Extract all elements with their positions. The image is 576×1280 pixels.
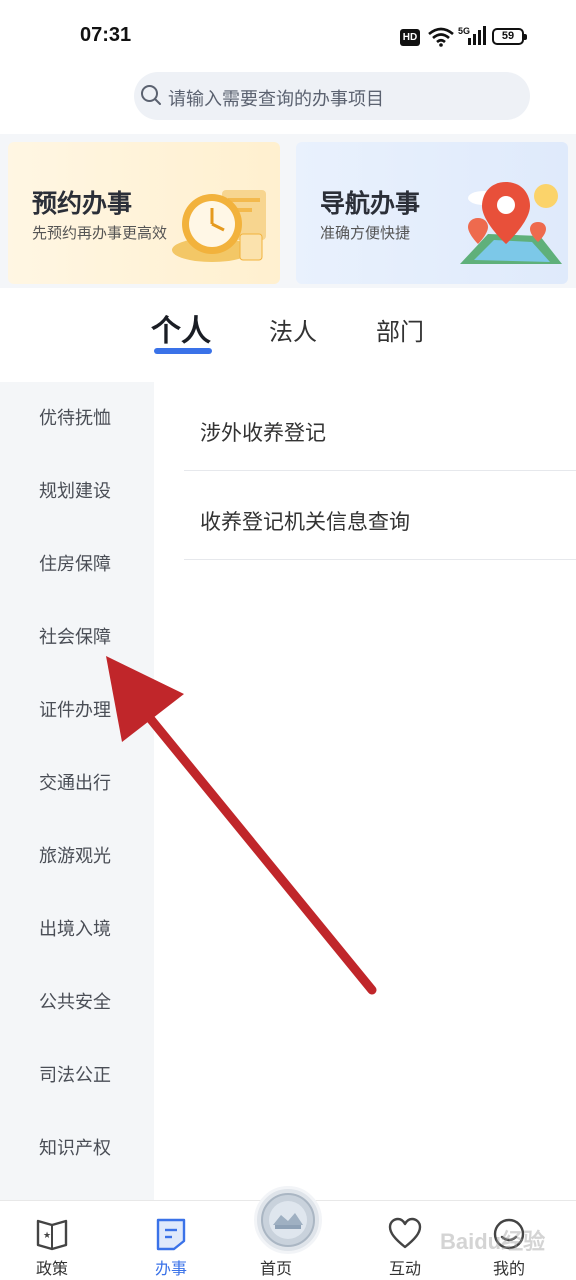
list-item[interactable]: 收养登记机关信息查询 xyxy=(184,471,576,560)
battery-icon: 59 xyxy=(492,28,527,45)
map-pin-illustration-icon xyxy=(460,182,562,264)
tab-personal[interactable]: 个人 xyxy=(151,306,211,350)
sidebar-item-social-security[interactable]: 社会保障 xyxy=(39,623,111,649)
active-tab-indicator xyxy=(154,348,212,354)
policy-book-icon: ★ xyxy=(36,1219,68,1251)
search-icon xyxy=(141,85,161,105)
clock-calendar-illustration-icon xyxy=(172,190,266,262)
svg-text:★: ★ xyxy=(43,1231,51,1241)
sidebar-item-certificates[interactable]: 证件办理 xyxy=(39,696,111,722)
appointment-title: 预约办事 xyxy=(32,189,133,218)
search-bar[interactable]: 请输入需要查询的办事项目 xyxy=(134,72,530,120)
service-list: 涉外收养登记 收养登记机关信息查询 xyxy=(184,382,576,560)
category-tabs: 个人 法人 部门 xyxy=(0,296,576,382)
appointment-card[interactable]: 预约办事 先预约再办事更高效 xyxy=(8,142,280,284)
status-bar: 07:31 HD 5G 59 xyxy=(0,0,576,72)
sidebar-item-housing[interactable]: 住房保障 xyxy=(39,550,111,576)
sidebar-item-public-safety[interactable]: 公共安全 xyxy=(39,988,111,1014)
service-doc-icon xyxy=(156,1218,186,1251)
navigation-title: 导航办事 xyxy=(320,189,421,218)
appointment-subtitle: 先预约再办事更高效 xyxy=(32,224,168,242)
sidebar-item-transport[interactable]: 交通出行 xyxy=(39,769,111,795)
service-label: 涉外收养登记 xyxy=(200,421,326,445)
service-label: 收养登记机关信息查询 xyxy=(200,510,410,534)
tab-department[interactable]: 部门 xyxy=(376,312,424,347)
category-sidebar: 优待抚恤 规划建设 住房保障 社会保障 证件办理 交通出行 旅游观光 出境入境 … xyxy=(0,382,154,1200)
hd-badge-icon: HD xyxy=(400,29,420,46)
sidebar-item-planning[interactable]: 规划建设 xyxy=(39,477,111,503)
tab-legal-person[interactable]: 法人 xyxy=(269,312,317,347)
watermark-text: Baidu经验 xyxy=(440,1229,546,1254)
navigation-card[interactable]: 导航办事 准确方便快捷 xyxy=(296,142,568,284)
sidebar-item-immigration[interactable]: 出境入境 xyxy=(39,915,111,941)
sidebar-item-preferential-care[interactable]: 优待抚恤 xyxy=(39,404,111,430)
status-time: 07:31 xyxy=(80,24,132,46)
search-input[interactable]: 请输入需要查询的办事项目 xyxy=(168,85,384,111)
sidebar-item-tourism[interactable]: 旅游观光 xyxy=(39,842,111,868)
sidebar-item-intellectual-property[interactable]: 知识产权 xyxy=(39,1134,111,1160)
list-item[interactable]: 涉外收养登记 xyxy=(184,382,576,471)
sidebar-item-justice[interactable]: 司法公正 xyxy=(39,1061,111,1087)
home-emblem-icon[interactable] xyxy=(254,1186,322,1254)
heart-icon xyxy=(388,1217,422,1249)
wifi-icon xyxy=(428,27,454,47)
navigation-subtitle: 准确方便快捷 xyxy=(320,224,411,242)
